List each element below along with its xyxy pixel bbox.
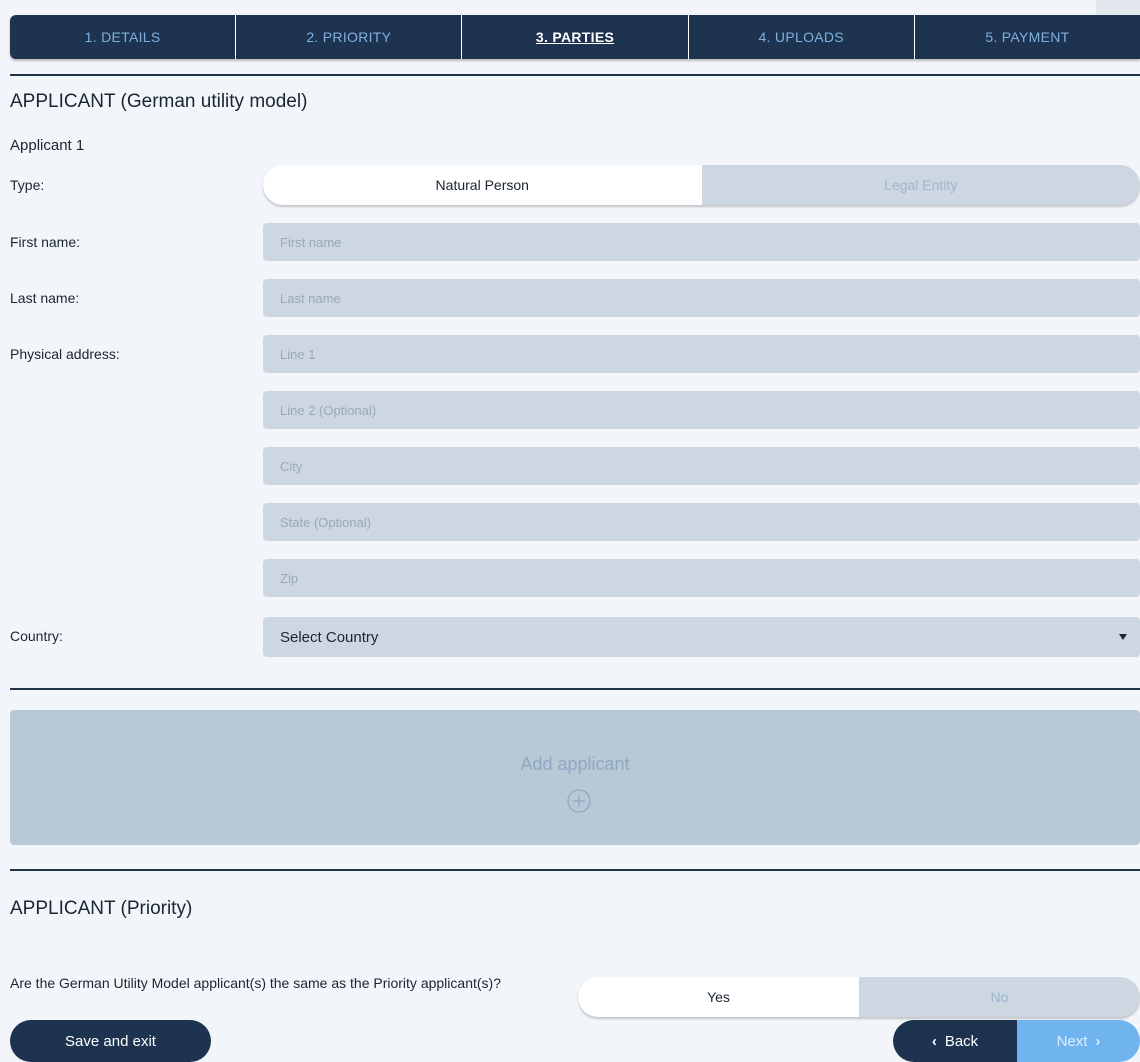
applicant-subtitle: Applicant 1 bbox=[10, 137, 84, 154]
section-divider bbox=[10, 688, 1140, 690]
city-input[interactable] bbox=[263, 447, 1140, 485]
first-name-input[interactable] bbox=[263, 223, 1140, 261]
pagination-buttons: ‹ Back Next › bbox=[893, 1020, 1140, 1062]
applicant-section-title: APPLICANT (German utility model) bbox=[10, 91, 307, 113]
address-line1-input[interactable] bbox=[263, 335, 1140, 373]
add-applicant-button[interactable]: Add applicant bbox=[10, 710, 1140, 845]
step-details[interactable]: 1. DETAILS bbox=[10, 15, 236, 59]
step-navigation: 1. DETAILS 2. PRIORITY 3. PARTIES 4. UPL… bbox=[10, 15, 1140, 59]
address-line2-input[interactable] bbox=[263, 391, 1140, 429]
step-uploads[interactable]: 4. UPLOADS bbox=[689, 15, 915, 59]
section-divider bbox=[10, 74, 1140, 76]
add-applicant-label: Add applicant bbox=[10, 754, 1140, 775]
priority-option-no[interactable]: No bbox=[859, 977, 1140, 1017]
section-divider bbox=[10, 869, 1140, 871]
priority-option-yes[interactable]: Yes bbox=[578, 977, 859, 1017]
country-select-value: Select Country bbox=[280, 629, 378, 646]
chevron-right-icon: › bbox=[1095, 1033, 1100, 1050]
chevron-down-icon bbox=[1119, 634, 1127, 640]
priority-question: Are the German Utility Model applicant(s… bbox=[10, 975, 530, 992]
zip-input[interactable] bbox=[263, 559, 1140, 597]
back-label: Back bbox=[945, 1033, 978, 1050]
type-option-legal-entity[interactable]: Legal Entity bbox=[702, 165, 1140, 205]
type-label: Type: bbox=[10, 177, 44, 193]
type-option-natural-person[interactable]: Natural Person bbox=[263, 165, 702, 205]
plus-circle-icon bbox=[567, 789, 591, 813]
next-button[interactable]: Next › bbox=[1017, 1020, 1140, 1062]
country-label: Country: bbox=[10, 628, 63, 644]
priority-section-title: APPLICANT (Priority) bbox=[10, 898, 192, 920]
first-name-label: First name: bbox=[10, 234, 80, 250]
back-button[interactable]: ‹ Back bbox=[893, 1020, 1017, 1062]
last-name-input[interactable] bbox=[263, 279, 1140, 317]
step-payment[interactable]: 5. PAYMENT bbox=[915, 15, 1140, 59]
next-label: Next bbox=[1057, 1033, 1088, 1050]
type-toggle: Natural Person Legal Entity bbox=[263, 165, 1140, 205]
corner-tab bbox=[1096, 0, 1140, 16]
step-parties[interactable]: 3. PARTIES bbox=[462, 15, 688, 59]
state-input[interactable] bbox=[263, 503, 1140, 541]
priority-same-toggle: Yes No bbox=[578, 977, 1140, 1017]
address-label: Physical address: bbox=[10, 346, 120, 362]
step-priority[interactable]: 2. PRIORITY bbox=[236, 15, 462, 59]
save-and-exit-button[interactable]: Save and exit bbox=[10, 1020, 211, 1062]
country-select[interactable]: Select Country bbox=[263, 617, 1140, 657]
last-name-label: Last name: bbox=[10, 290, 79, 306]
chevron-left-icon: ‹ bbox=[932, 1033, 937, 1050]
